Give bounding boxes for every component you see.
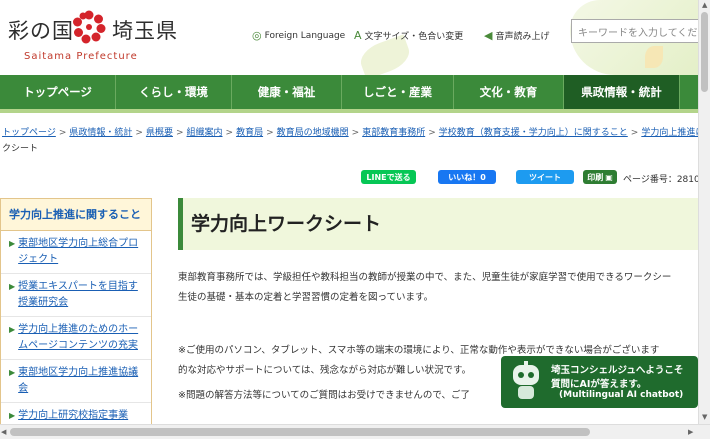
nav-item-culture[interactable]: 文化・教育 (454, 75, 564, 109)
facebook-like-button[interactable]: いいね！0 (438, 170, 496, 184)
nav-item-work[interactable]: しごと・産業 (342, 75, 454, 109)
breadcrumb: トップページ > 県政情報・統計 > 県概要 > 組織案内 > 教育局 > 教育局の地域機関 > 東部教… (2, 128, 705, 154)
speaker-icon: ◀ (484, 29, 493, 42)
page-number: ページ番号：2810 (623, 175, 700, 185)
read-aloud-link[interactable]: ◀ 音声読み上げ (484, 29, 549, 42)
sidebar-link[interactable]: 学力向上研究校指定事業 (18, 408, 128, 424)
prefecture-emblem-icon[interactable] (72, 10, 106, 44)
logo-text-sainokuni[interactable]: 彩の国 (8, 15, 74, 45)
scroll-left-icon[interactable]: ◀ (1, 428, 6, 436)
breadcrumb-link[interactable]: 教育局 (236, 128, 263, 138)
print-button[interactable]: 印刷 ▣ (583, 170, 617, 184)
printer-icon: ▣ (605, 172, 613, 182)
sidebar-link[interactable]: 東部地区学力向上総合プロジェクト (18, 236, 145, 268)
sidebar-link[interactable]: 東部地区学力向上推進協議会 (18, 365, 145, 397)
sidebar-link[interactable]: 授業エキスパートを目指す授業研究会 (18, 279, 145, 311)
breadcrumb-link[interactable]: 県政情報・統計 (69, 128, 132, 138)
sidebar-item: ▶ 学力向上推進のためのホームページコンテンツの充実 (1, 317, 151, 360)
nav-item-life[interactable]: くらし・環境 (116, 75, 232, 109)
nav-item-top[interactable]: トップページ (0, 75, 116, 109)
triangle-bullet-icon: ▶ (9, 411, 16, 420)
page-title: 学力向上ワークシート (191, 213, 382, 235)
search-input[interactable]: キーワードを入力してください (571, 19, 710, 43)
breadcrumb-link[interactable]: トップページ (2, 128, 56, 138)
tweet-button[interactable]: ツイート (516, 170, 574, 184)
sidebar-item: ▶ 東部地区学力向上総合プロジェクト (1, 231, 151, 274)
sidebar: 学力向上推進に関すること ▶ 東部地区学力向上総合プロジェクト ▶ 授業エキスパ… (0, 198, 152, 431)
global-navigation: トップページ くらし・環境 健康・福祉 しごと・産業 文化・教育 県政情報・統計 (0, 75, 710, 109)
triangle-bullet-icon: ▶ (9, 368, 16, 377)
triangle-bullet-icon: ▶ (9, 325, 16, 334)
ai-chatbot-button[interactable]: 埼玉コンシェルジュへようこそ 質問にAIが答えます。 (Multilingual… (501, 356, 698, 408)
sidebar-item: ▶ 授業エキスパートを目指す授業研究会 (1, 274, 151, 317)
logo-text-saitama[interactable]: 埼玉県 (112, 15, 178, 45)
sidebar-heading: 学力向上推進に関すること (1, 199, 151, 231)
line-share-button[interactable]: LINEで送る (361, 170, 416, 184)
logo-english: Saitama Prefecture (24, 51, 138, 62)
font-color-change-link[interactable]: A 文字サイズ・色合い変更 (354, 29, 463, 42)
breadcrumb-link[interactable]: 県概要 (146, 128, 173, 138)
sidebar-item: ▶ 東部地区学力向上推進協議会 (1, 360, 151, 403)
globe-icon: ◎ (252, 29, 262, 42)
sidebar-heading-link[interactable]: 学力向上推進に関すること (9, 208, 141, 221)
horizontal-scroll-thumb[interactable] (10, 428, 590, 436)
breadcrumb-link[interactable]: 東部教育事務所 (362, 128, 425, 138)
page-title-box: 学力向上ワークシート (178, 198, 698, 250)
scroll-right-icon[interactable]: ▶ (688, 428, 693, 436)
nav-item-government[interactable]: 県政情報・統計 (564, 75, 680, 109)
vertical-scroll-thumb[interactable] (701, 12, 708, 92)
breadcrumb-current: クシート (2, 144, 39, 154)
foreign-language-link[interactable]: ◎ Foreign Language (252, 29, 345, 42)
scroll-down-icon[interactable]: ▼ (702, 413, 707, 421)
sidebar-link[interactable]: 学力向上推進のためのホームページコンテンツの充実 (18, 322, 145, 354)
chatbot-title: 埼玉コンシェルジュへようこそ (551, 365, 684, 376)
breadcrumb-link[interactable]: 学力向上推進に (641, 128, 704, 138)
text-size-icon: A (354, 29, 362, 42)
robot-icon (513, 361, 539, 399)
chatbot-subtitle: 質問にAIが答えます。 (551, 379, 647, 390)
leaf-decoration (645, 46, 663, 68)
triangle-bullet-icon: ▶ (9, 282, 16, 291)
breadcrumb-link[interactable]: 学校教育（教育支援・学力向上）に関すること (439, 128, 628, 138)
nav-item-health[interactable]: 健康・福祉 (232, 75, 342, 109)
site-header: 彩の国 埼玉県 Saitama Prefecture ◎ Foreign Lan… (0, 0, 710, 75)
intro-paragraph: 東部教育事務所では、学級担任や教科担当の教師が授業の中で、また、児童生徒が家庭学… (178, 272, 672, 303)
scroll-up-icon[interactable]: ▲ (702, 1, 707, 9)
breadcrumb-link[interactable]: 教育局の地域機関 (277, 128, 349, 138)
triangle-bullet-icon: ▶ (9, 239, 16, 248)
nav-underline (0, 109, 710, 113)
breadcrumb-link[interactable]: 組織案内 (187, 128, 223, 138)
horizontal-scrollbar[interactable]: ◀ ▶ (0, 424, 710, 439)
vertical-scrollbar[interactable]: ▲ ▼ (698, 0, 710, 424)
chatbot-caption: (Multilingual AI chatbot) (559, 390, 684, 400)
